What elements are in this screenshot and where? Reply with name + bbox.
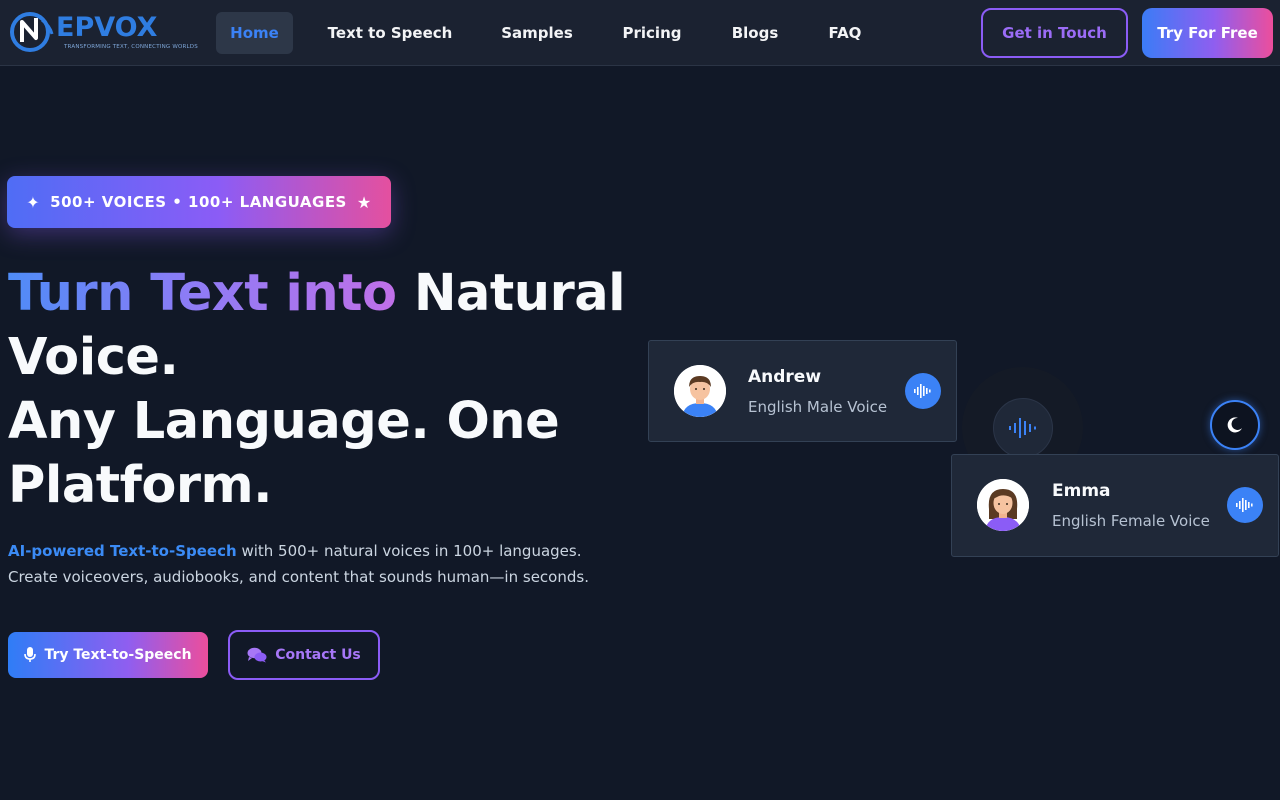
female-avatar bbox=[977, 479, 1029, 531]
chat-bubbles-icon bbox=[247, 647, 267, 663]
nav-samples[interactable]: Samples bbox=[492, 12, 582, 54]
nav-blogs[interactable]: Blogs bbox=[722, 12, 788, 54]
male-avatar bbox=[674, 365, 726, 417]
contact-us-label: Contact Us bbox=[275, 647, 361, 663]
hero-headline: Turn Text into Natural Voice. Any Langua… bbox=[8, 262, 648, 518]
moon-icon bbox=[1227, 417, 1242, 433]
voices-languages-badge: ✦ 500+ VOICES • 100+ LANGUAGES ★ bbox=[7, 176, 391, 228]
voice-name: Andrew bbox=[748, 367, 822, 387]
star-icon: ★ bbox=[356, 192, 372, 212]
try-for-free-button[interactable]: Try For Free bbox=[1142, 8, 1273, 58]
try-text-to-speech-button[interactable]: Try Text-to-Speech bbox=[8, 632, 208, 678]
brand-name: EPVOX bbox=[56, 12, 158, 43]
microphone-icon bbox=[24, 647, 37, 662]
subtitle-highlight: AI-powered Text-to-Speech bbox=[8, 542, 237, 560]
try-text-to-speech-label: Try Text-to-Speech bbox=[44, 647, 192, 663]
voice-card-andrew[interactable]: Andrew English Male Voice bbox=[648, 340, 957, 442]
voice-name: Emma bbox=[1052, 481, 1111, 501]
hero-subtitle: AI-powered Text-to-Speech with 500+ natu… bbox=[8, 538, 648, 590]
nav-text-to-speech[interactable]: Text to Speech bbox=[318, 12, 462, 54]
sound-wave-icon[interactable] bbox=[905, 373, 941, 409]
top-navbar: EPVOX TRANSFORMING TEXT, CONNECTING WORL… bbox=[0, 0, 1280, 66]
star-icon: ✦ bbox=[26, 192, 41, 212]
contact-us-button[interactable]: Contact Us bbox=[228, 630, 380, 680]
sound-wave-icon[interactable] bbox=[1227, 487, 1263, 523]
brand-tagline: TRANSFORMING TEXT, CONNECTING WORLDS bbox=[64, 44, 198, 50]
nav-faq[interactable]: FAQ bbox=[818, 12, 872, 54]
subtitle-text-1: with 500+ natural voices in 100+ languag… bbox=[236, 542, 582, 560]
headline-gradient-text: Turn Text into bbox=[8, 264, 397, 323]
center-sound-wave-icon bbox=[993, 398, 1053, 458]
brand-logo[interactable]: EPVOX TRANSFORMING TEXT, CONNECTING WORL… bbox=[8, 8, 198, 58]
nav-pricing[interactable]: Pricing bbox=[612, 12, 692, 54]
voice-card-emma[interactable]: Emma English Female Voice bbox=[951, 454, 1279, 557]
logo-mark-icon bbox=[10, 12, 54, 52]
voice-description: English Female Voice bbox=[1052, 512, 1210, 530]
badge-text: 500+ VOICES • 100+ LANGUAGES bbox=[50, 193, 347, 211]
voice-description: English Male Voice bbox=[748, 398, 888, 416]
nav-home[interactable]: Home bbox=[216, 12, 293, 54]
get-in-touch-button[interactable]: Get in Touch bbox=[981, 8, 1128, 58]
subtitle-text-2: Create voiceovers, audiobooks, and conte… bbox=[8, 568, 589, 586]
theme-toggle-button[interactable] bbox=[1210, 400, 1260, 450]
headline-text-2: Any Language. One Platform. bbox=[8, 392, 560, 515]
